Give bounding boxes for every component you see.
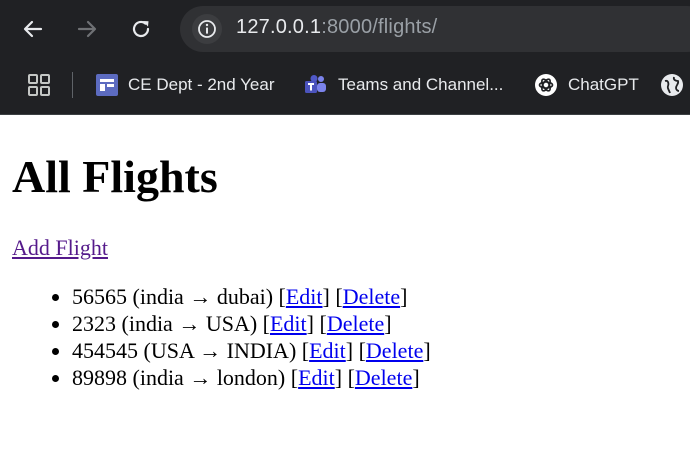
back-arrow-icon [23, 20, 43, 38]
forward-arrow-icon [77, 20, 97, 38]
browser-toolbar: 127.0.0.1:8000/flights/ [0, 0, 690, 58]
edit-link[interactable]: Edit [286, 284, 323, 309]
bookmark-label: ChatGPT [568, 75, 639, 94]
flight-item: 89898 (india → london) [Edit] [Delete] [72, 364, 431, 391]
forward-button[interactable] [70, 12, 104, 46]
flight-list: 56565 (india → dubai) [Edit] [Delete] 23… [32, 283, 431, 391]
reload-icon [132, 20, 150, 38]
bookmarks-divider [72, 72, 73, 98]
globe-icon [660, 73, 684, 97]
site-info-button[interactable] [192, 14, 222, 44]
add-flight-link[interactable]: Add Flight [12, 234, 108, 262]
bookmark-globe[interactable] [660, 70, 690, 100]
delete-link[interactable]: Delete [343, 284, 400, 309]
reload-button[interactable] [124, 12, 158, 46]
delete-link[interactable]: Delete [355, 365, 412, 390]
url-host: 127.0.0.1 [236, 16, 322, 38]
apps-grid-icon[interactable] [28, 74, 50, 101]
bookmark-teams[interactable]: Teams and Channel... [304, 70, 503, 100]
bracket-close: ] [412, 365, 420, 390]
bracket-close: ] [384, 311, 392, 336]
delete-link[interactable]: Delete [327, 311, 384, 336]
bracket-separator: ] [ [322, 284, 343, 309]
bookmark-label: CE Dept - 2nd Year [128, 75, 275, 94]
back-button[interactable] [16, 12, 50, 46]
url-path: :8000/flights/ [321, 16, 438, 38]
flight-item: 2323 (india → USA) [Edit] [Delete] [72, 310, 431, 337]
edit-link[interactable]: Edit [270, 311, 307, 336]
info-icon [198, 20, 216, 38]
teams-icon [304, 74, 328, 96]
bookmark-label: Teams and Channel... [338, 75, 504, 94]
bracket-separator: ] [ [345, 338, 366, 363]
address-bar[interactable]: 127.0.0.1:8000/flights/ [180, 6, 690, 52]
bracket-close: ] [400, 284, 408, 309]
flight-item: 454545 (USA → INDIA) [Edit] [Delete] [72, 337, 431, 364]
url-text[interactable]: 127.0.0.1:8000/flights/ [236, 16, 437, 39]
classroom-icon [96, 74, 118, 96]
flight-text: 89898 (india → london) [ [72, 365, 299, 390]
bracket-separator: ] [ [334, 365, 355, 390]
flight-item: 56565 (india → dubai) [Edit] [Delete] [72, 283, 431, 310]
bracket-separator: ] [ [306, 311, 327, 336]
bookmark-ce-dept[interactable]: CE Dept - 2nd Year [96, 70, 274, 100]
edit-link[interactable]: Edit [298, 365, 335, 390]
flight-text: 56565 (india → dubai) [ [72, 284, 286, 309]
edit-link[interactable]: Edit [309, 338, 346, 363]
bookmark-chatgpt[interactable]: ChatGPT [534, 70, 639, 100]
bookmarks-bar: CE Dept - 2nd Year Teams and Channel... [0, 58, 690, 173]
flight-text: 454545 (USA → INDIA) [ [72, 338, 310, 363]
bracket-close: ] [423, 338, 431, 363]
delete-link[interactable]: Delete [366, 338, 423, 363]
page-title: All Flights [12, 151, 218, 202]
flight-text: 2323 (india → USA) [ [72, 311, 270, 336]
chatgpt-icon [534, 73, 558, 97]
